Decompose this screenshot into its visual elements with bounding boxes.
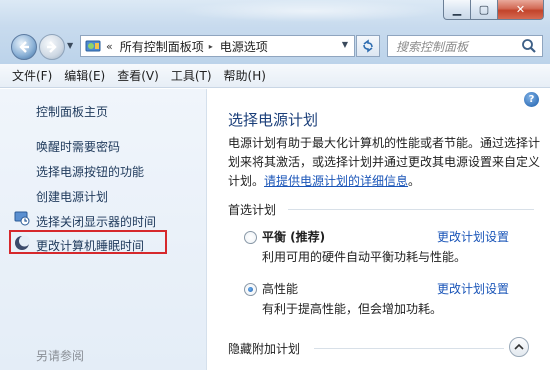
menu-view[interactable]: 查看(V) [117, 67, 159, 84]
help-icon[interactable]: ? [524, 92, 539, 107]
refresh-button[interactable] [356, 35, 380, 57]
collapse-button[interactable] [509, 337, 529, 357]
see-also-heading: 另请参阅 [36, 349, 85, 363]
main-content: ? 选择电源计划 电源计划有助于最大化计算机的性能或者节能。通过选择计划来将其激… [208, 89, 550, 370]
chevron-up-icon [514, 343, 524, 350]
back-arrow-icon [19, 41, 29, 53]
highlight-box [9, 230, 167, 254]
hidden-plans-heading: 隐藏附加计划 [228, 342, 301, 356]
section-divider [314, 348, 504, 349]
refresh-icon [363, 39, 373, 53]
breadcrumb-power-options[interactable]: 电源选项 [217, 38, 271, 55]
sidebar-item-require-password[interactable]: 唤醒时需要密码 [36, 138, 120, 155]
plan-balanced-name[interactable]: 平衡 (推荐) [262, 228, 325, 245]
plan-info-link[interactable]: 请提供电源计划的详细信息 [264, 174, 408, 188]
maximize-button[interactable]: ▢ [471, 0, 498, 20]
menu-bar: 文件(F) 编辑(E) 查看(V) 工具(T) 帮助(H) [0, 64, 550, 88]
forward-arrow-icon [47, 41, 57, 53]
forward-button[interactable] [39, 34, 65, 60]
page-description: 电源计划有助于最大化计算机的性能或者节能。通过选择计划来将其激活，或选择计划并通… [228, 134, 546, 191]
search-box[interactable]: 搜索控制面板 [387, 35, 543, 57]
search-input[interactable]: 搜索控制面板 [388, 38, 520, 55]
breadcrumb-all-items[interactable]: 所有控制面板项 [117, 38, 207, 55]
close-button[interactable]: ✕ [498, 0, 544, 20]
preferred-plans-heading: 首选计划 [228, 203, 277, 217]
minimize-button[interactable]: ▁ [443, 0, 471, 20]
plan-balanced-settings-link[interactable]: 更改计划设置 [437, 228, 509, 245]
address-dropdown-icon[interactable]: ▼ [342, 40, 348, 49]
sidebar-item-create-plan[interactable]: 创建电源计划 [36, 188, 108, 205]
plan-high-performance-desc: 有利于提高性能，但会增加功耗。 [262, 302, 443, 316]
control-panel-icon [85, 40, 101, 52]
menu-edit[interactable]: 编辑(E) [64, 67, 105, 84]
window-controls: ▁ ▢ ✕ [443, 0, 544, 20]
sidebar-item-power-buttons[interactable]: 选择电源按钮的功能 [36, 163, 144, 180]
plan-balanced-desc: 利用可用的硬件自动平衡功耗与性能。 [262, 250, 467, 264]
address-overflow[interactable]: « [106, 40, 113, 53]
plan-high-performance-radio[interactable] [244, 283, 257, 296]
task-pane: 控制面板主页 唤醒时需要密码 选择电源按钮的功能 创建电源计划 选择关闭显示器的… [0, 89, 207, 370]
search-icon[interactable] [520, 37, 538, 55]
plan-balanced-radio[interactable] [244, 231, 257, 244]
plan-high-performance-name[interactable]: 高性能 [262, 280, 298, 297]
description-end: 。 [408, 174, 421, 188]
sidebar-item-control-panel-home[interactable]: 控制面板主页 [36, 103, 108, 120]
glass-glow [180, 0, 440, 22]
back-button[interactable] [11, 34, 37, 60]
recent-pages-dropdown[interactable]: ▼ [67, 41, 73, 50]
menu-tools[interactable]: 工具(T) [171, 67, 212, 84]
plan-high-performance-settings-link[interactable]: 更改计划设置 [437, 280, 509, 297]
address-bar[interactable]: « 所有控制面板项 ▸ 电源选项 ▼ [80, 35, 355, 57]
title-bar: ▁ ▢ ✕ ▼ « 所有控制面板项 ▸ 电源选项 ▼ 搜索控制面板 [0, 0, 550, 64]
display-clock-icon [14, 211, 30, 226]
sidebar-item-display-off-time[interactable]: 选择关闭显示器的时间 [36, 213, 156, 230]
breadcrumb-arrow-icon[interactable]: ▸ [209, 42, 213, 51]
menu-file[interactable]: 文件(F) [12, 67, 52, 84]
section-divider [288, 209, 534, 210]
page-title: 选择电源计划 [228, 111, 319, 129]
menu-help[interactable]: 帮助(H) [224, 67, 266, 84]
